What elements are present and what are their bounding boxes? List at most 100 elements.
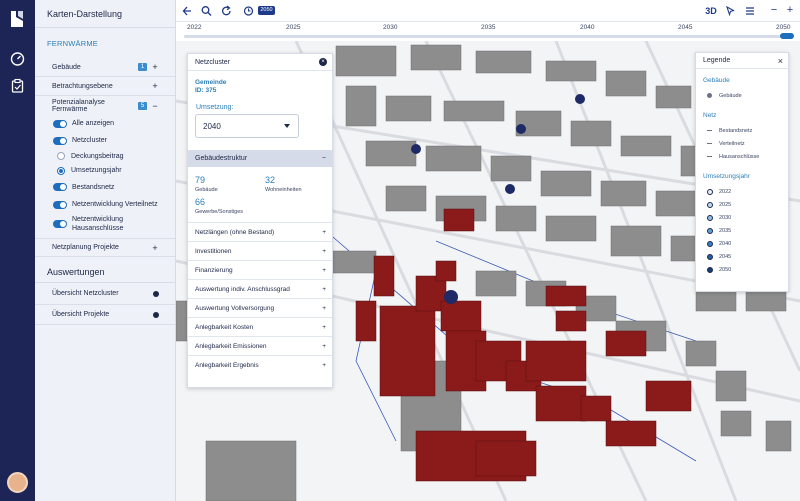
option-hausanschluesse[interactable]: Netzentwicklung Hausanschlüsse bbox=[35, 213, 175, 235]
timeline-tick: 2050 bbox=[776, 24, 791, 31]
back-arrow-icon[interactable] bbox=[182, 4, 192, 18]
legend-year-label: 2025 bbox=[719, 201, 732, 208]
sidebar-title: Karten-Darstellung bbox=[35, 0, 175, 28]
sidebar-item-label: Potenzialanalyse Fernwärme bbox=[52, 98, 105, 113]
sidebar-item-uebersicht-netzcluster[interactable]: Übersicht Netzcluster bbox=[35, 283, 175, 305]
legend-section-umsetzungsjahr: Umsetzungsjahr bbox=[703, 173, 750, 180]
option-netzcluster[interactable]: Netzcluster bbox=[35, 132, 175, 149]
stat-gewerbe: 66 Gewerbe/Sonstiges bbox=[195, 197, 265, 215]
legend-section-netz: Netz bbox=[703, 112, 717, 119]
section-gebaeudestruktur[interactable]: Gebäudestruktur − bbox=[188, 150, 332, 167]
timeline-track[interactable] bbox=[184, 35, 790, 38]
arrow-right-icon[interactable] bbox=[153, 290, 159, 297]
year-color-dot-icon bbox=[707, 266, 713, 273]
section-label: Auswertung Vollversorgung bbox=[195, 304, 275, 312]
expand-plus-icon[interactable]: + bbox=[322, 248, 326, 255]
legend-year-item: 2025 bbox=[696, 198, 788, 211]
option-label: Deckungsbeitrag bbox=[71, 152, 124, 160]
option-verteilnetz[interactable]: Netzentwicklung Verteilnetz bbox=[35, 196, 175, 213]
legend-year-item: 2022 bbox=[696, 185, 788, 198]
expand-plus-icon[interactable]: + bbox=[322, 343, 326, 350]
section-anlegbarkeit-kosten[interactable]: Anlegbarkeit Kosten + bbox=[188, 317, 332, 336]
expand-plus-icon[interactable]: + bbox=[151, 62, 159, 72]
radio-umsetzungsjahr[interactable]: Umsetzungsjahr bbox=[35, 163, 175, 178]
radio-deckungsbeitrag[interactable]: Deckungsbeitrag bbox=[35, 149, 175, 163]
year-color-dot-icon bbox=[707, 253, 713, 260]
toggle-switch[interactable] bbox=[53, 119, 67, 128]
line-icon bbox=[707, 130, 712, 131]
option-label: Umsetzungsjahr bbox=[71, 167, 122, 174]
clock-icon[interactable] bbox=[243, 4, 254, 18]
sidebar-item-uebersicht-projekte[interactable]: Übersicht Projekte bbox=[35, 305, 175, 325]
list-icon[interactable] bbox=[745, 4, 755, 18]
toggle-switch[interactable] bbox=[53, 220, 67, 228]
chevron-down-icon bbox=[284, 124, 290, 128]
section-anlegbarkeit-ergebnis[interactable]: Anlegbarkeit Ergebnis + bbox=[188, 355, 332, 374]
legend-item: Gebäude bbox=[696, 89, 788, 102]
section-anlegbarkeit-emissionen[interactable]: Anlegbarkeit Emissionen + bbox=[188, 336, 332, 355]
app-rail bbox=[0, 0, 35, 501]
stat-gebaeude: 79 Gebäude bbox=[195, 175, 265, 193]
legend-year-item: 2040 bbox=[696, 237, 788, 250]
expand-plus-icon[interactable]: + bbox=[151, 81, 159, 91]
zoom-out-button[interactable]: − bbox=[769, 4, 779, 18]
expand-plus-icon[interactable]: + bbox=[322, 267, 326, 274]
toggle-switch[interactable] bbox=[53, 136, 67, 145]
arrow-right-icon[interactable] bbox=[153, 311, 159, 318]
close-icon[interactable]: × bbox=[319, 58, 327, 66]
toggle-switch[interactable] bbox=[53, 183, 67, 191]
legend-panel: Legende × Gebäude Gebäude Netz Bestandsn… bbox=[695, 52, 789, 292]
search-icon[interactable] bbox=[201, 4, 212, 18]
section-finanzierung[interactable]: Finanzierung + bbox=[188, 260, 332, 279]
toggle-3d-button[interactable]: 3D bbox=[704, 4, 718, 18]
stat-wohneinheiten: 32 Wohneinheiten bbox=[265, 175, 335, 193]
collapse-minus-icon[interactable]: − bbox=[322, 155, 326, 162]
dashboard-gauge-icon[interactable] bbox=[10, 51, 25, 66]
year-timeline: 2022 2025 2030 2035 2040 2045 2050 bbox=[176, 22, 800, 41]
expand-plus-icon[interactable]: + bbox=[322, 305, 326, 312]
panel-header: Netzcluster × bbox=[188, 54, 332, 71]
sidebar-item-netzplanung[interactable]: Netzplanung Projekte + bbox=[35, 238, 175, 257]
timeline-tick: 2045 bbox=[678, 24, 693, 31]
refresh-icon[interactable] bbox=[221, 4, 232, 18]
timeline-tick: 2030 bbox=[383, 24, 398, 31]
select-value: 2040 bbox=[203, 122, 221, 131]
sidebar-item-label: Übersicht Netzcluster bbox=[52, 290, 119, 297]
layer-sidebar: Karten-Darstellung FERNWÄRME Gebäude 1 + … bbox=[35, 0, 176, 501]
collapse-minus-icon[interactable]: − bbox=[151, 101, 159, 111]
stat-value: 32 bbox=[265, 175, 276, 185]
radio-button-selected[interactable] bbox=[57, 166, 65, 175]
sidebar-item-betrachtungsebene[interactable]: Betrachtungsebene + bbox=[35, 77, 175, 96]
option-label: Netzcluster bbox=[72, 137, 108, 144]
radio-button[interactable] bbox=[57, 152, 65, 160]
section-netzlaengen[interactable]: Netzlängen (ohne Bestand) + bbox=[188, 222, 332, 241]
sidebar-item-potenzialanalyse[interactable]: Potenzialanalyse Fernwärme 5− bbox=[35, 96, 175, 115]
legend-year-label: 2022 bbox=[719, 188, 732, 195]
option-label: Netzentwicklung Hausanschlüsse bbox=[72, 216, 124, 232]
user-avatar[interactable] bbox=[7, 472, 28, 493]
logo-icon[interactable] bbox=[9, 10, 25, 28]
expand-plus-icon[interactable]: + bbox=[322, 362, 326, 369]
netzcluster-panel: Netzcluster × Gemeinde ID: 375 Umsetzung… bbox=[187, 53, 333, 388]
section-investitionen[interactable]: Investitionen + bbox=[188, 241, 332, 260]
option-label: Alle anzeigen bbox=[72, 120, 115, 127]
expand-plus-icon[interactable]: + bbox=[322, 286, 326, 293]
expand-plus-icon[interactable]: + bbox=[322, 229, 326, 236]
toggle-switch[interactable] bbox=[53, 200, 67, 209]
option-bestandsnetz[interactable]: Bestandsnetz bbox=[35, 178, 175, 196]
close-icon[interactable]: × bbox=[778, 56, 783, 66]
legend-year-item: 2050 bbox=[696, 263, 788, 276]
option-alle-anzeigen[interactable]: Alle anzeigen bbox=[35, 115, 175, 132]
zoom-in-button[interactable]: + bbox=[785, 4, 795, 18]
legend-item-label: Gebäude bbox=[719, 92, 742, 99]
section-vollversorgung[interactable]: Auswertung Vollversorgung + bbox=[188, 298, 332, 317]
umsetzung-select[interactable]: 2040 bbox=[195, 114, 299, 138]
cursor-pointer-icon[interactable] bbox=[725, 4, 735, 18]
sidebar-item-gebaeude[interactable]: Gebäude 1 + bbox=[35, 58, 175, 77]
clipboard-icon[interactable] bbox=[10, 78, 25, 93]
section-label: Investitionen bbox=[195, 247, 232, 255]
expand-plus-icon[interactable]: + bbox=[322, 324, 326, 331]
expand-plus-icon[interactable]: + bbox=[151, 243, 159, 253]
section-anschlussgrad[interactable]: Auswertung indiv. Anschlussgrad + bbox=[188, 279, 332, 298]
timeline-slider-handle[interactable] bbox=[780, 33, 794, 39]
